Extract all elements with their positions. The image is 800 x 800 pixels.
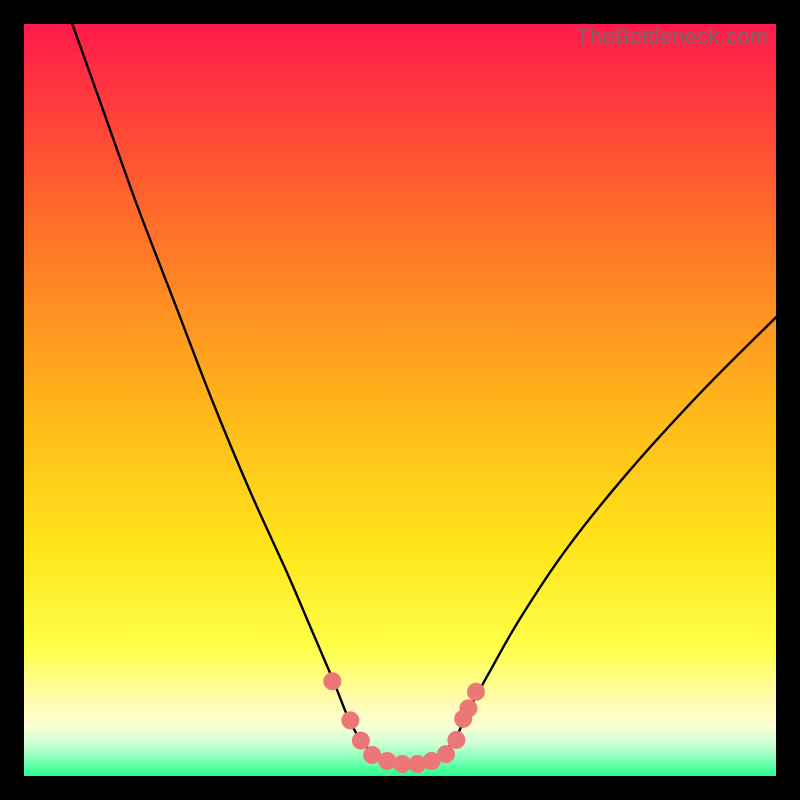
curve-marker: [467, 683, 485, 701]
curve-marker: [352, 732, 370, 750]
curve-marker: [447, 731, 465, 749]
curve-marker: [459, 699, 477, 717]
curve-marker: [341, 711, 359, 729]
outer-black-frame: TheBottleneck.com: [0, 0, 800, 800]
curve-marker: [378, 752, 396, 770]
chart-svg: [24, 24, 776, 776]
curve-marker: [323, 672, 341, 690]
gradient-background: [24, 24, 776, 776]
watermark-text: TheBottleneck.com: [576, 24, 768, 50]
curve-marker: [437, 745, 455, 763]
plot-area: TheBottleneck.com: [24, 24, 776, 776]
